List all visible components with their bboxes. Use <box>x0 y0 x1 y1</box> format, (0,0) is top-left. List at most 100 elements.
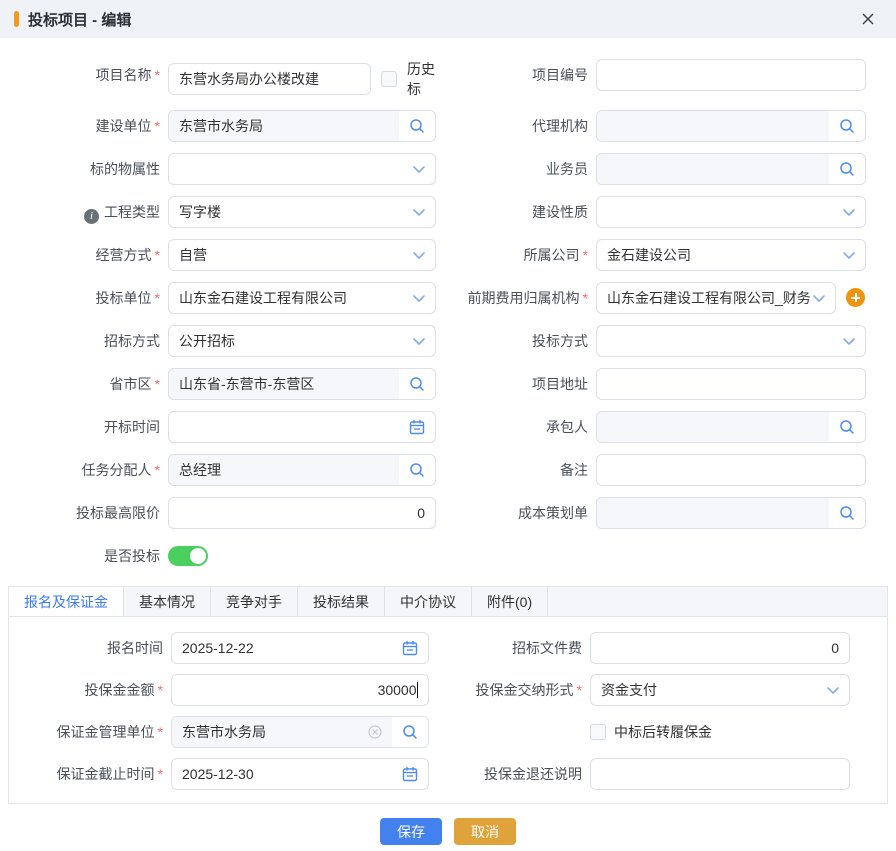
project-address-input[interactable] <box>607 376 855 392</box>
project-type-select[interactable]: 写字楼 <box>168 196 436 228</box>
search-icon <box>839 419 855 435</box>
company-select[interactable]: 金石建设公司 <box>596 239 866 271</box>
tender-doc-fee-input[interactable] <box>601 640 839 656</box>
spacer <box>596 540 866 572</box>
deposit-pay-form-label: 投保金交纳形式 <box>429 674 590 706</box>
region-field: 山东省-东营市-东营区 <box>168 368 436 400</box>
contractor-label: 承包人 <box>436 411 596 443</box>
bid-open-time-input[interactable] <box>179 419 409 435</box>
max-bid-price-label: 投标最高限价 <box>0 497 168 529</box>
dialog-titlebar: 投标项目 - 编辑 <box>0 0 896 38</box>
deposit-manage-unit-search[interactable] <box>392 717 428 747</box>
tab-agency-agreement[interactable]: 中介协议 <box>385 587 472 616</box>
operation-mode-label: 经营方式 <box>0 239 168 271</box>
contractor-value <box>597 412 829 442</box>
calendar-icon[interactable] <box>409 419 425 435</box>
early-cost-org-label: 前期费用归属机构 <box>436 282 596 314</box>
deposit-refund-note-input[interactable] <box>601 766 839 782</box>
tab-attachments[interactable]: 附件(0) <box>472 587 548 616</box>
deposit-deadline-input[interactable] <box>182 766 402 782</box>
chevron-down-icon <box>843 209 855 216</box>
is-bid-label: 是否投标 <box>0 540 168 572</box>
accent-bar <box>14 11 19 27</box>
remark-input[interactable] <box>607 462 855 478</box>
deposit-refund-note-label: 投保金退还说明 <box>429 758 590 790</box>
chevron-down-icon <box>413 295 425 302</box>
close-icon[interactable] <box>860 11 876 27</box>
chevron-down-icon <box>413 166 425 173</box>
spacer <box>429 716 590 748</box>
is-bid-toggle[interactable] <box>168 546 208 566</box>
project-name-input[interactable] <box>179 71 360 87</box>
calendar-icon[interactable] <box>402 640 418 656</box>
construction-nature-label: 建设性质 <box>436 196 596 228</box>
remark-label: 备注 <box>436 454 596 486</box>
deposit-deadline-field[interactable] <box>171 758 429 790</box>
tab-signup-deposit[interactable]: 报名及保证金 <box>9 587 124 616</box>
deposit-amount-input[interactable] <box>182 682 417 698</box>
bid-open-time-field[interactable] <box>168 411 436 443</box>
deposit-manage-unit-value: 东营市水务局 <box>172 717 392 747</box>
deposit-deadline-label: 保证金截止时间 <box>9 758 171 790</box>
sign-up-time-field[interactable] <box>171 632 429 664</box>
early-cost-org-select[interactable]: 山东金石建设工程有限公司_财务 <box>596 282 836 314</box>
project-code-input[interactable] <box>607 67 855 83</box>
salesman-value <box>597 154 829 184</box>
construction-unit-search[interactable] <box>399 111 435 141</box>
project-name-input-box <box>168 63 371 95</box>
save-button[interactable]: 保存 <box>380 818 442 845</box>
max-bid-price-input[interactable] <box>179 505 425 521</box>
bid-open-time-label: 开标时间 <box>0 411 168 443</box>
deposit-pay-form-select[interactable]: 资金支付 <box>590 674 850 706</box>
salesman-label: 业务员 <box>436 153 596 185</box>
cost-plan-search[interactable] <box>829 498 865 528</box>
project-address-input-box <box>596 368 866 400</box>
bid-method-select[interactable] <box>596 325 866 357</box>
agency-search[interactable] <box>829 111 865 141</box>
tab-basic-info[interactable]: 基本情况 <box>124 587 211 616</box>
deposit-amount-label: 投保金金额 <box>9 674 171 706</box>
salesman-search[interactable] <box>829 154 865 184</box>
transfer-bond-checkbox[interactable] <box>590 724 606 740</box>
chevron-down-icon <box>843 338 855 345</box>
search-icon <box>839 161 855 177</box>
sign-up-time-input[interactable] <box>182 640 402 656</box>
task-assignee-label: 任务分配人 <box>0 454 168 486</box>
operation-mode-select[interactable]: 自营 <box>168 239 436 271</box>
contractor-search[interactable] <box>829 412 865 442</box>
add-org-button[interactable] <box>846 288 865 307</box>
construction-unit-value: 东营市水务局 <box>169 111 399 141</box>
search-icon <box>409 118 425 134</box>
company-label: 所属公司 <box>436 239 596 271</box>
region-search[interactable] <box>399 369 435 399</box>
deposit-manage-unit-label: 保证金管理单位 <box>9 716 171 748</box>
bid-unit-label: 投标单位 <box>0 282 168 314</box>
clear-icon[interactable] <box>368 725 382 739</box>
tender-doc-fee-input-box <box>590 632 850 664</box>
construction-unit-field: 东营市水务局 <box>168 110 436 142</box>
subject-attribute-select[interactable] <box>168 153 436 185</box>
tender-method-select[interactable]: 公开招标 <box>168 325 436 357</box>
tab-competitors[interactable]: 竞争对手 <box>211 587 298 616</box>
agency-label: 代理机构 <box>436 110 596 142</box>
chevron-down-icon <box>413 252 425 259</box>
history-bid-checkbox[interactable] <box>381 71 397 87</box>
footer-actions: 保存 取消 <box>0 818 896 845</box>
construction-nature-select[interactable] <box>596 196 866 228</box>
spacer <box>436 540 596 572</box>
page-title: 投标项目 - 编辑 <box>28 9 131 30</box>
project-address-label: 项目地址 <box>436 368 596 400</box>
search-icon <box>839 118 855 134</box>
transfer-bond-label: 中标后转履保金 <box>614 722 712 742</box>
chevron-down-icon <box>843 252 855 259</box>
region-label: 省市区 <box>0 368 168 400</box>
tab-bid-result[interactable]: 投标结果 <box>298 587 385 616</box>
chevron-down-icon <box>413 338 425 345</box>
cancel-button[interactable]: 取消 <box>454 818 516 845</box>
search-icon <box>409 462 425 478</box>
bid-unit-select[interactable]: 山东金石建设工程有限公司 <box>168 282 436 314</box>
search-icon <box>839 505 855 521</box>
deposit-manage-unit-field: 东营市水务局 <box>171 716 429 748</box>
calendar-icon[interactable] <box>402 766 418 782</box>
task-assignee-search[interactable] <box>399 455 435 485</box>
